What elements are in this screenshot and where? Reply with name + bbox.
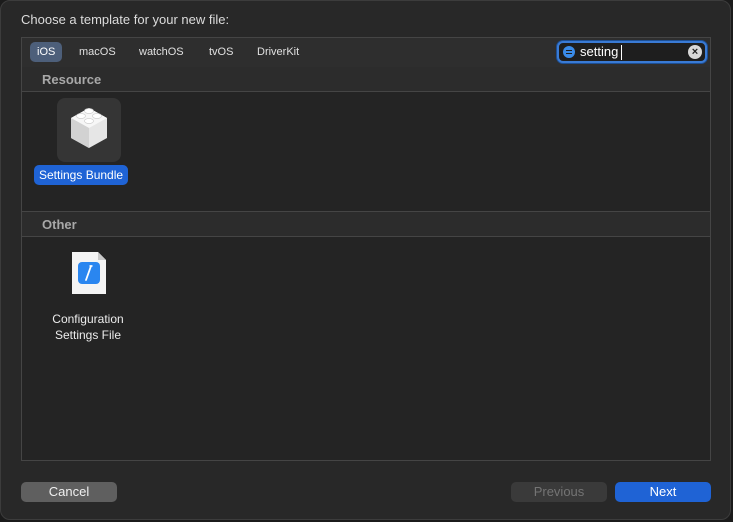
text-caret xyxy=(621,45,622,60)
new-file-dialog: Choose a template for your new file: iOS… xyxy=(0,0,731,520)
template-chooser-panel: iOS macOS watchOS tvOS DriverKit setting… xyxy=(21,37,711,461)
cancel-button[interactable]: Cancel xyxy=(21,482,117,502)
next-button[interactable]: Next xyxy=(615,482,711,502)
section-header-resource: Resource xyxy=(22,67,710,92)
tab-ios[interactable]: iOS xyxy=(30,42,63,62)
config-settings-file-icon xyxy=(57,248,121,312)
tab-macos[interactable]: macOS xyxy=(72,42,123,62)
template-label: Settings Bundle xyxy=(34,165,129,185)
dialog-title: Choose a template for your new file: xyxy=(21,12,230,27)
filter-icon xyxy=(563,46,575,58)
search-input[interactable]: setting xyxy=(580,44,618,60)
section-title-other: Other xyxy=(42,217,77,232)
template-settings-bundle[interactable]: Settings Bundle xyxy=(22,98,142,188)
template-label-line1: Configuration xyxy=(52,312,124,326)
settings-bundle-icon xyxy=(57,98,121,162)
tab-watchos[interactable]: watchOS xyxy=(132,42,191,62)
previous-button[interactable]: Previous xyxy=(511,482,607,502)
filter-search-field[interactable]: setting × xyxy=(557,41,707,63)
clear-icon[interactable]: × xyxy=(688,45,702,59)
section-title-resource: Resource xyxy=(42,72,102,87)
platform-tab-bar: iOS macOS watchOS tvOS DriverKit setting… xyxy=(22,38,710,68)
tab-driverkit[interactable]: DriverKit xyxy=(250,42,306,62)
section-header-other: Other xyxy=(22,212,710,237)
template-label-line2: Settings File xyxy=(54,328,122,342)
template-configuration-settings-file[interactable]: Configuration Settings File xyxy=(22,248,142,348)
tab-tvos[interactable]: tvOS xyxy=(202,42,240,62)
